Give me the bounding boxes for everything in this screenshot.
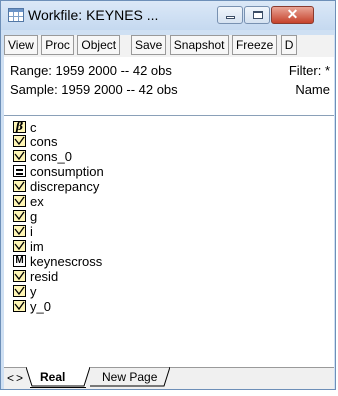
tab-new-page[interactable]: New Page [90,367,170,387]
tab-real-label: Real [40,370,66,384]
sample-text[interactable]: Sample: 1959 2000 -- 42 obs [10,82,178,97]
object-name: im [30,239,44,254]
snapshot-button[interactable]: Snapshot [169,35,229,55]
series-icon [13,135,26,147]
maximize-button[interactable] [244,6,270,24]
close-button[interactable]: ✕ [271,6,314,24]
object-name: g [30,209,38,224]
save-button[interactable]: Save [130,35,167,55]
workfile-info: Range: 1959 2000 -- 42 obs Filter: * Sam… [4,57,334,115]
maximize-icon [253,11,263,19]
close-icon: ✕ [286,6,299,22]
object-name: resid [30,269,59,284]
series-icon [13,150,26,162]
name-header[interactable]: Name [295,82,330,97]
series-icon [13,180,26,192]
coefficient-icon: β [13,120,26,133]
title-bar[interactable]: Workfile: KEYNES ... ✕ [1,1,335,30]
page-tab-bar: < > Real New Page [4,367,334,389]
object-name: c [30,120,37,135]
object-name: keynescross [30,254,103,269]
object-button[interactable]: Object [77,35,121,55]
series-icon [13,240,26,252]
model-icon: M [13,255,26,267]
series-icon [13,300,26,312]
object-name: cons [30,134,58,149]
toolbar: View Proc Object Save Snapshot Freeze D [4,35,334,57]
tab-real[interactable]: Real [26,367,90,388]
object-name: discrepancy [30,179,100,194]
view-button[interactable]: View [4,35,38,55]
object-name: y_0 [30,299,51,314]
series-icon [13,285,26,297]
window-title: Workfile: KEYNES ... [28,7,159,23]
object-name: ex [30,194,44,209]
object-name: consumption [30,164,104,179]
series-icon [13,210,26,222]
object-name: i [30,224,33,239]
equation-icon [13,165,26,177]
proc-button[interactable]: Proc [41,35,74,55]
tab-scroll-left[interactable]: < [7,371,14,385]
freeze-button[interactable]: Freeze [231,35,278,55]
tab-new-page-label: New Page [102,370,158,384]
filter-text[interactable]: Filter: * [289,63,330,78]
series-icon [13,270,26,282]
workfile-icon [8,8,24,22]
minimize-icon [226,16,235,19]
series-icon [13,225,26,237]
object-name: y [30,284,37,299]
workfile-window: Workfile: KEYNES ... ✕ View Proc Object … [0,0,336,390]
range-text[interactable]: Range: 1959 2000 -- 42 obs [10,63,172,78]
object-list: β c cons cons_0 consumption discrepancy … [4,116,334,367]
series-icon [13,195,26,207]
details-button[interactable]: D [280,35,298,55]
minimize-button[interactable] [217,6,243,24]
object-name: cons_0 [30,149,72,164]
tab-scroll-right[interactable]: > [16,371,23,385]
